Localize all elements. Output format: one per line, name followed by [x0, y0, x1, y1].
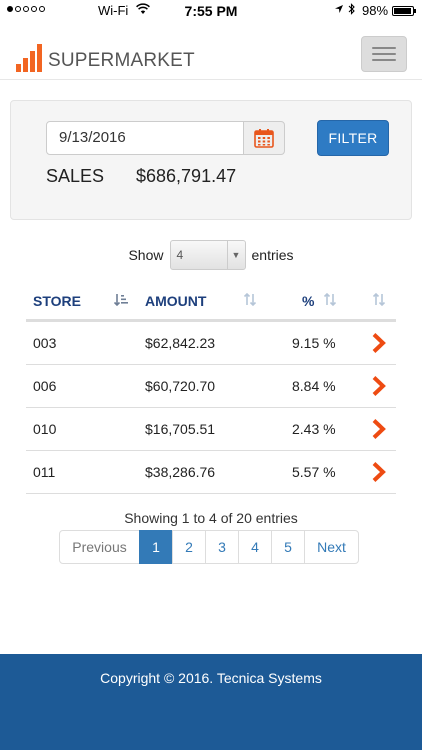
date-input[interactable]: 9/13/2016: [46, 121, 244, 155]
cell-percent: 5.57 %: [292, 464, 336, 480]
clock: 7:55 PM: [184, 3, 238, 19]
page-button-1[interactable]: 1: [139, 530, 173, 564]
cell-percent: 8.84 %: [292, 378, 336, 394]
cell-store: 010: [33, 421, 57, 437]
brand[interactable]: SUPERMARKET: [16, 42, 195, 72]
page-button-2[interactable]: 2: [172, 530, 206, 564]
column-header-percent[interactable]: %: [302, 293, 314, 309]
sales-table: STORE AMOUNT % 003 $62,842.23 9.15 % 006…: [26, 282, 396, 494]
cell-percent: 2.43 %: [292, 421, 336, 437]
filter-button[interactable]: FILTER: [317, 120, 389, 156]
battery-percent: 98%: [362, 3, 389, 18]
copyright-text: Copyright © 2016. Tecnica Systems: [100, 670, 322, 686]
sales-total: $686,791.47: [136, 166, 237, 186]
table-row[interactable]: 003 $62,842.23 9.15 %: [26, 322, 396, 365]
page-button-4[interactable]: 4: [238, 530, 272, 564]
status-bar: Wi-Fi 7:55 PM 98%: [0, 0, 422, 22]
footer: Copyright © 2016. Tecnica Systems: [0, 654, 422, 750]
chevron-right-icon[interactable]: [371, 332, 387, 354]
cell-store: 003: [33, 335, 57, 351]
entries-selected-value: 4: [176, 248, 184, 262]
chevron-right-icon[interactable]: [371, 418, 387, 440]
entries-select[interactable]: 4 ▼: [169, 240, 246, 270]
navbar: SUPERMARKET: [0, 22, 422, 80]
dropdown-arrow-icon: ▼: [226, 241, 245, 269]
sort-both-icon[interactable]: [243, 292, 257, 309]
cell-store: 006: [33, 378, 57, 394]
brand-name: SUPERMARKET: [48, 50, 195, 71]
column-header-store[interactable]: STORE: [33, 293, 81, 309]
bluetooth-icon: [348, 3, 356, 18]
hamburger-icon: [372, 47, 396, 49]
battery-icon: [392, 6, 416, 16]
entries-label: entries: [251, 247, 294, 263]
cell-amount: $16,705.51: [145, 421, 216, 437]
sales-label: SALES: [46, 166, 105, 186]
filter-panel: 9/13/2016 FILTER SALES $686,791.47: [10, 100, 412, 220]
sort-both-icon[interactable]: [372, 292, 386, 309]
table-row[interactable]: 006 $60,720.70 8.84 %: [26, 365, 396, 408]
cell-amount: $62,842.23: [145, 335, 216, 351]
bar-chart-logo-icon: [16, 42, 42, 72]
page-button-3[interactable]: 3: [205, 530, 239, 564]
pagination: Previous 1 2 3 4 5 Next: [59, 530, 359, 564]
cell-store: 011: [33, 464, 56, 480]
hamburger-menu-button[interactable]: [361, 36, 407, 72]
sort-ascending-icon[interactable]: [113, 293, 128, 309]
column-header-amount[interactable]: AMOUNT: [145, 293, 206, 309]
length-menu: Show 4 ▼ entries: [0, 240, 422, 270]
cell-percent: 9.15 %: [292, 335, 336, 351]
cell-amount: $60,720.70: [145, 378, 216, 394]
cell-amount: $38,286.76: [145, 464, 216, 480]
next-page-button[interactable]: Next: [304, 530, 359, 564]
calendar-icon: [254, 129, 274, 148]
table-info: Showing 1 to 4 of 20 entries: [124, 510, 298, 526]
previous-page-button[interactable]: Previous: [59, 530, 140, 564]
table-row[interactable]: 011 $38,286.76 5.57 %: [26, 451, 396, 494]
page-button-5[interactable]: 5: [271, 530, 305, 564]
table-header: STORE AMOUNT %: [26, 282, 396, 322]
table-row[interactable]: 010 $16,705.51 2.43 %: [26, 408, 396, 451]
calendar-button[interactable]: [243, 121, 285, 155]
sort-both-icon[interactable]: [323, 292, 337, 309]
chevron-right-icon[interactable]: [371, 375, 387, 397]
location-arrow-icon: [334, 3, 344, 17]
chevron-right-icon[interactable]: [371, 461, 387, 483]
show-label: Show: [128, 247, 164, 263]
